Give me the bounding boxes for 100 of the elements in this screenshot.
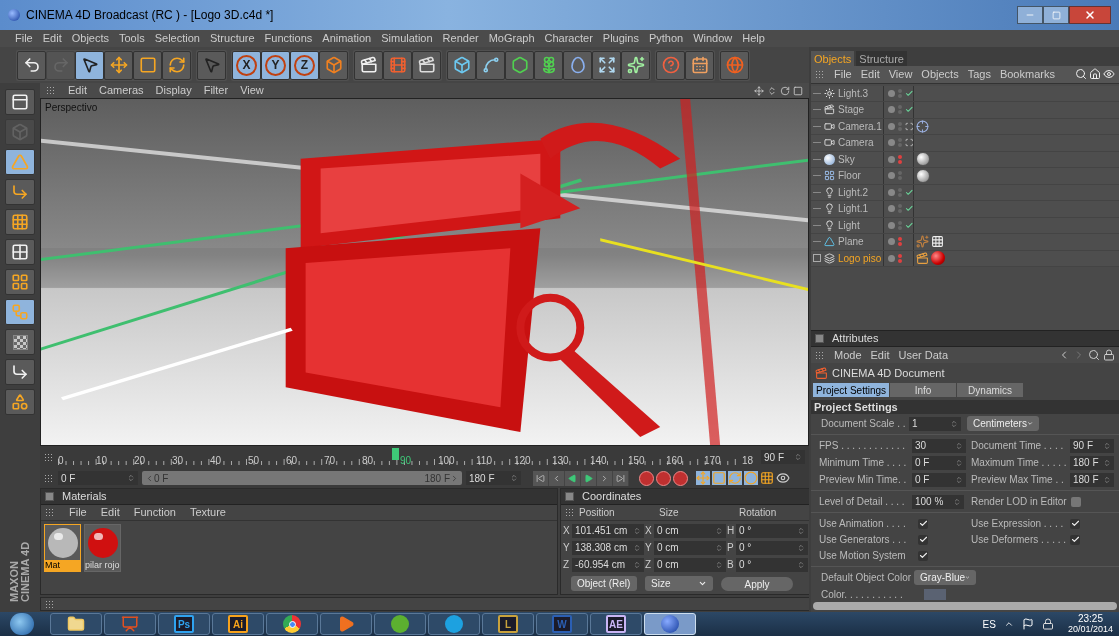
taskbar-app[interactable] (320, 613, 372, 635)
dropdown[interactable]: Centimeters (967, 416, 1039, 431)
help-button[interactable] (656, 50, 685, 80)
menu-item[interactable]: Display (155, 82, 192, 99)
grid3-button[interactable] (5, 209, 35, 235)
checkbox[interactable] (918, 550, 928, 561)
timeline-ruler[interactable]: 0 10 20 30 40 50 60 70 80 90 100 110 120 130 140 150 160 170 18 (58, 447, 754, 467)
number-field[interactable]: 180 F (1070, 472, 1114, 487)
number-field[interactable]: 0 F (912, 455, 966, 470)
material-swatch[interactable]: Mat (44, 524, 81, 572)
attribute-tab[interactable]: Dynamics (957, 383, 1024, 397)
panel-button[interactable] (5, 89, 35, 115)
layer-dots[interactable] (897, 121, 902, 131)
render-view-button[interactable] (354, 50, 383, 80)
render-settings-button[interactable] (412, 50, 441, 80)
render-button[interactable] (383, 50, 412, 80)
close-button[interactable] (1069, 6, 1111, 24)
clapperboard-icon[interactable] (916, 251, 929, 265)
menu-item[interactable]: Tools (119, 30, 145, 47)
menu-item[interactable]: Edit (870, 346, 890, 364)
workflow-button[interactable] (5, 299, 35, 325)
material-tag[interactable] (931, 251, 945, 266)
scan-icon[interactable] (904, 121, 913, 131)
number-field[interactable]: 0 ° (736, 557, 808, 572)
menu-item[interactable]: Function (133, 504, 176, 521)
object-name[interactable]: Camera (838, 135, 874, 151)
coord-button[interactable] (319, 50, 348, 80)
checkbox[interactable] (918, 534, 928, 545)
number-field[interactable]: 0 F (912, 472, 966, 487)
skip-back-button[interactable] (533, 470, 549, 486)
number-field[interactable]: -60.954 cm (572, 557, 644, 572)
number-field[interactable]: 0 cm (654, 557, 726, 572)
cube-button[interactable] (447, 50, 476, 80)
menu-item[interactable]: Mode (834, 346, 862, 364)
menu-item[interactable]: Simulation (381, 30, 433, 47)
number-field[interactable]: 1 (909, 416, 961, 431)
corner-button[interactable] (5, 179, 35, 205)
checkbox[interactable] (1070, 496, 1081, 507)
number-field[interactable]: 180 F (1070, 455, 1114, 470)
target-icon[interactable] (916, 119, 929, 133)
color-swatch[interactable] (924, 589, 946, 600)
menu-item[interactable]: Edit (860, 66, 880, 83)
object-name[interactable]: Logo piso (838, 250, 882, 266)
move-button[interactable] (104, 50, 133, 80)
layer-dots[interactable] (897, 187, 902, 197)
menu-item[interactable]: Objects (921, 66, 959, 83)
object-name[interactable]: Light (838, 217, 860, 233)
attribute-tab[interactable]: Info (890, 383, 957, 397)
menu-item[interactable]: File (69, 504, 87, 521)
layer-dots[interactable] (897, 138, 902, 148)
particle-button[interactable] (621, 50, 650, 80)
layer-dots[interactable] (897, 220, 902, 230)
expand-icon[interactable] (813, 254, 821, 263)
number-field[interactable]: 101.451 cm (572, 523, 644, 538)
panel-tab[interactable]: Objects (811, 51, 855, 67)
dots-icon[interactable] (916, 235, 929, 249)
dropdown[interactable]: Gray-Blue (914, 570, 977, 585)
checker-icon[interactable] (931, 235, 944, 249)
layer-dots[interactable] (898, 154, 902, 164)
number-field[interactable]: 30 (912, 438, 966, 453)
layer-dots[interactable] (897, 204, 902, 214)
taskbar-app[interactable]: Ps (158, 613, 210, 635)
scene-button[interactable] (592, 50, 621, 80)
object-name[interactable]: Camera.1 (838, 118, 882, 134)
rotate-icon[interactable] (780, 85, 790, 96)
number-field[interactable]: 90 F (1070, 438, 1114, 453)
record-icon[interactable] (639, 470, 654, 486)
menu-item[interactable]: Selection (154, 30, 200, 47)
dropdown[interactable]: Size (645, 576, 713, 591)
rotate-button[interactable] (162, 50, 191, 80)
eye-icon[interactable] (1103, 68, 1115, 81)
scan-icon[interactable] (904, 138, 913, 148)
menu-item[interactable]: Render (442, 30, 479, 47)
object-name[interactable]: Light.2 (838, 184, 869, 200)
menu-item[interactable]: File (834, 66, 852, 83)
move-icon[interactable] (754, 85, 764, 96)
attribute-tab[interactable]: Project Settings (813, 383, 890, 397)
object-name[interactable]: Sky (838, 151, 855, 167)
number-field[interactable]: 0 ° (736, 540, 808, 555)
undo-button[interactable] (17, 50, 46, 80)
taskbar-app[interactable] (266, 613, 318, 635)
number-field[interactable]: 0 cm (654, 540, 726, 555)
menu-item[interactable]: Python (648, 30, 684, 47)
skip-forward-button[interactable] (613, 470, 629, 486)
nurbs-button[interactable] (505, 50, 534, 80)
array-button[interactable] (534, 50, 563, 80)
maximize-button[interactable] (1043, 6, 1069, 24)
menu-item[interactable]: Character (544, 30, 593, 47)
layout-button[interactable] (685, 50, 714, 80)
minimize-button[interactable] (1017, 6, 1043, 24)
home-icon[interactable] (1089, 68, 1101, 81)
material-tag[interactable] (916, 152, 930, 167)
taskbar-app[interactable] (428, 613, 480, 635)
dropdown[interactable]: Object (Rel) (571, 576, 637, 591)
taskbar-app[interactable]: AE (590, 613, 642, 635)
taskbar-app[interactable]: L (482, 613, 534, 635)
help-icon[interactable] (673, 470, 688, 486)
triangle-button[interactable] (5, 149, 35, 175)
panel-tab[interactable]: Structure (856, 51, 907, 67)
layer-dots[interactable] (898, 237, 902, 247)
